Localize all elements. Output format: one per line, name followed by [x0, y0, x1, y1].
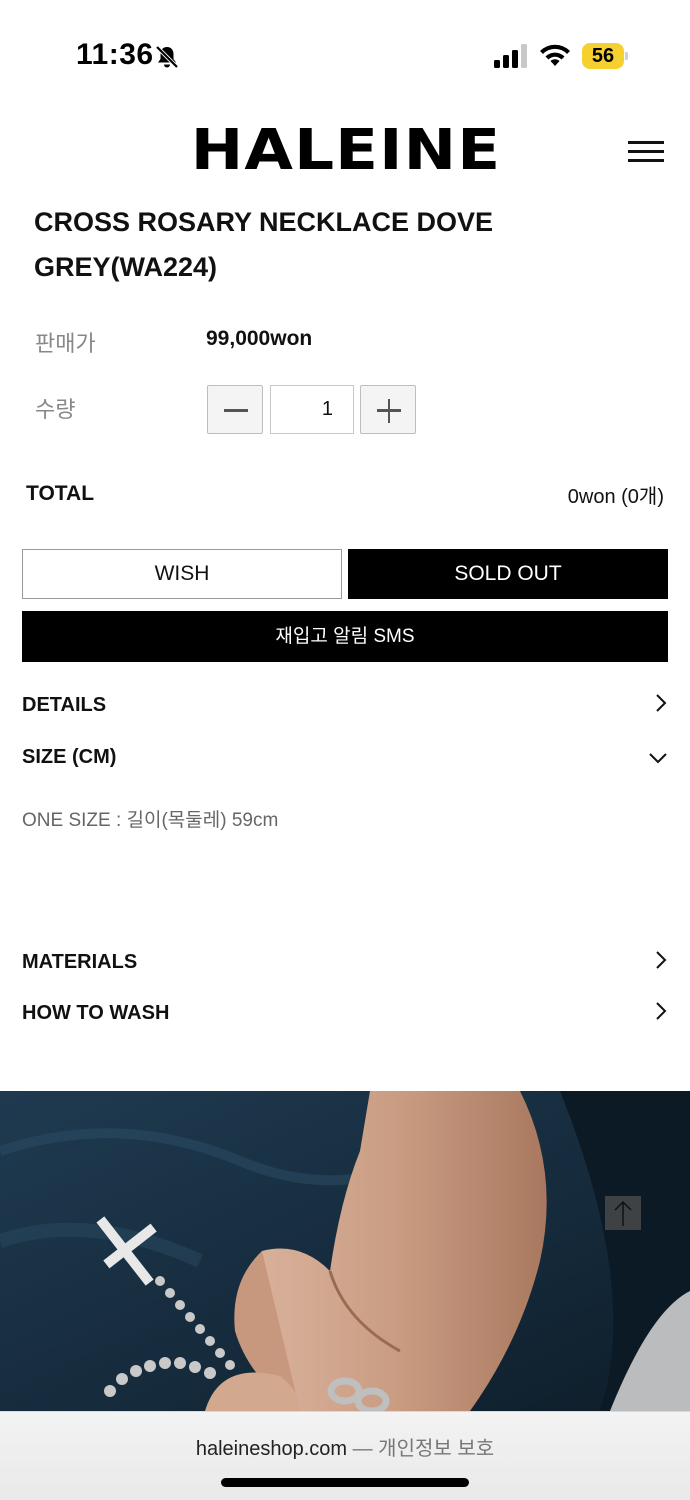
battery-level: 56	[591, 45, 615, 67]
home-indicator[interactable]	[221, 1478, 469, 1487]
details-toggle[interactable]: DETAILS	[22, 694, 106, 717]
sold-out-button[interactable]: SOLD OUT	[348, 549, 668, 599]
url-domain: haleineshop.com	[195, 1438, 348, 1460]
total-value: 0won (0개)	[567, 486, 664, 508]
signal-icon	[494, 44, 527, 68]
price-value: 99,000won	[206, 327, 313, 350]
brand-logo[interactable]: HALEINE	[178, 118, 514, 184]
quantity-label: 수량	[35, 397, 76, 422]
price-label: 판매가	[35, 331, 96, 356]
status-time: 11:36	[76, 38, 154, 71]
wish-button[interactable]: WISH	[22, 549, 342, 599]
chevron-right-icon[interactable]	[652, 951, 670, 969]
total-label: TOTAL	[26, 482, 95, 505]
scroll-to-top-button[interactable]	[605, 1196, 641, 1230]
product-photo	[0, 1091, 690, 1411]
bell-slash-icon	[155, 45, 179, 69]
quantity-decrease-button[interactable]	[207, 385, 263, 434]
hamburger-menu-icon[interactable]	[628, 140, 664, 164]
product-title-line2: GREY(WA224)	[34, 252, 218, 282]
battery-icon: 56	[582, 43, 628, 69]
chevron-right-icon[interactable]	[652, 694, 670, 712]
materials-toggle[interactable]: MATERIALS	[22, 951, 137, 974]
minus-icon	[224, 409, 248, 412]
url-privacy-label: — 개인정보 보호	[352, 1438, 495, 1460]
browser-url-bar[interactable]: haleineshop.com — 개인정보 보호	[0, 1411, 690, 1500]
chevron-right-icon[interactable]	[652, 1002, 670, 1020]
size-info: ONE SIZE : 길이(목둘레) 59cm	[22, 810, 279, 831]
how-to-wash-toggle[interactable]: HOW TO WASH	[22, 1002, 169, 1025]
arrow-up-icon	[614, 1200, 632, 1226]
quantity-increase-button[interactable]	[360, 385, 416, 434]
restock-sms-button[interactable]: 재입고 알림 SMS	[22, 611, 668, 662]
quantity-input[interactable]: 1	[270, 385, 354, 434]
wifi-icon	[540, 44, 570, 66]
chevron-down-icon[interactable]	[649, 749, 667, 767]
product-title-line1: CROSS ROSARY NECKLACE DOVE	[34, 207, 494, 237]
product-title: CROSS ROSARY NECKLACE DOVE GREY(WA224)	[34, 200, 554, 290]
url-display[interactable]: haleineshop.com — 개인정보 보호	[0, 1432, 690, 1461]
size-toggle[interactable]: SIZE (CM)	[22, 746, 116, 769]
status-bar: 11:36 56	[0, 0, 690, 100]
necklace-hand-image	[0, 1091, 690, 1411]
